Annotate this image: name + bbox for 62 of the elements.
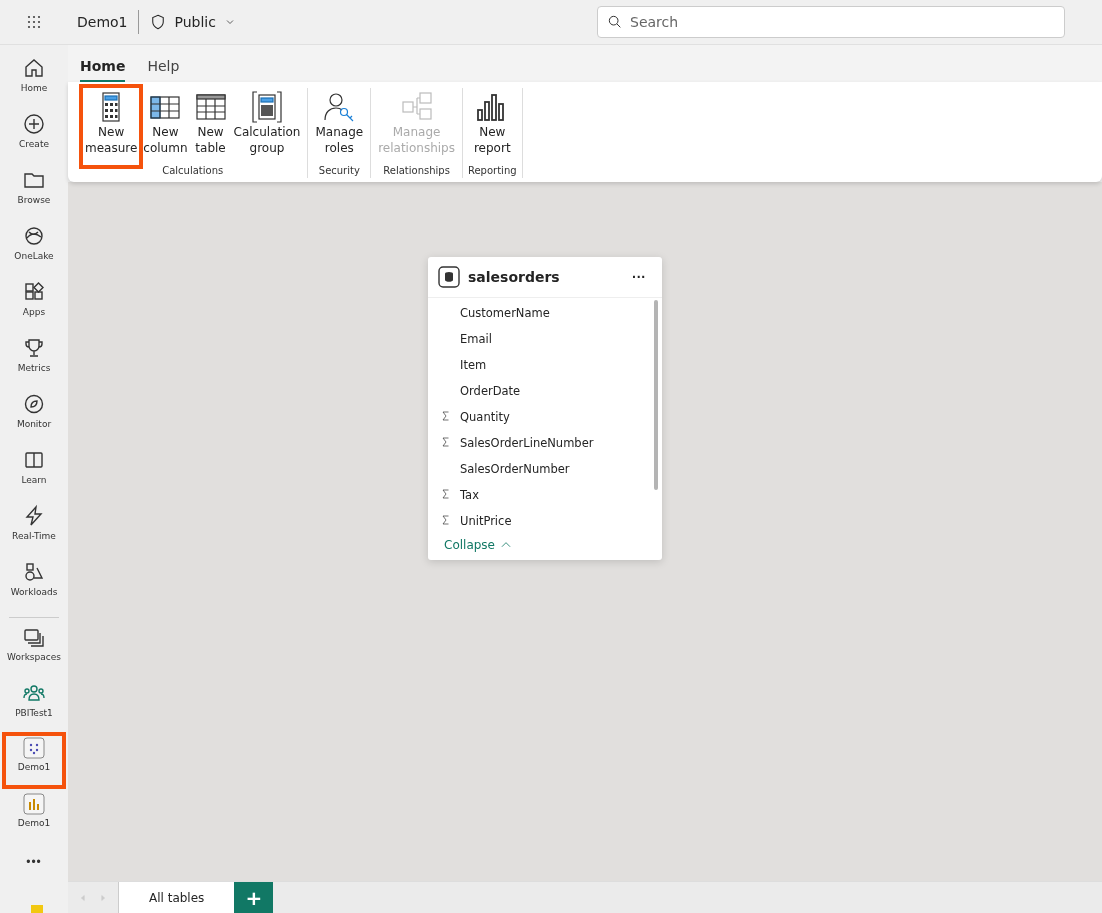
ribbon-button[interactable]: New table bbox=[191, 88, 230, 165]
sigma-icon bbox=[440, 487, 452, 500]
field-row[interactable]: CustomerName bbox=[428, 300, 662, 326]
nav-item[interactable]: Workloads bbox=[4, 557, 64, 610]
logo-icon bbox=[31, 905, 43, 913]
sensitivity-label[interactable]: Public bbox=[174, 14, 216, 30]
nav-item[interactable]: Learn bbox=[4, 445, 64, 498]
trophy-icon bbox=[22, 336, 46, 360]
more-button[interactable]: ••• bbox=[20, 854, 48, 870]
ribbon-button[interactable]: Calculation group bbox=[231, 88, 303, 165]
table-card[interactable]: salesorders ··· CustomerName Email Item OrderDate Quantity SalesOrderLineNumber SalesOrderNumber Tax UnitPrice Collapse bbox=[428, 257, 662, 560]
nav-item[interactable]: Demo1 bbox=[4, 734, 64, 787]
nav-item[interactable]: Demo1 bbox=[4, 790, 64, 843]
group-label: Relationships bbox=[383, 165, 450, 178]
group-label: Security bbox=[318, 165, 360, 178]
nav-item[interactable]: OneLake bbox=[4, 221, 64, 274]
compass-icon bbox=[22, 392, 46, 416]
next-icon bbox=[98, 892, 108, 903]
field-row[interactable]: OrderDate bbox=[428, 378, 662, 404]
sigma-icon bbox=[440, 435, 452, 448]
nav-item[interactable]: Metrics bbox=[4, 333, 64, 386]
nav-item[interactable]: PBITest1 bbox=[4, 678, 64, 731]
nav-item[interactable]: Workspaces bbox=[4, 622, 64, 675]
ribbon-button[interactable]: New report bbox=[471, 88, 513, 165]
nav-item[interactable]: Create bbox=[4, 109, 64, 162]
plus-circle-icon bbox=[22, 112, 46, 136]
more-options-button[interactable]: ··· bbox=[626, 268, 652, 286]
table-title: salesorders bbox=[468, 269, 561, 285]
shapes-icon bbox=[22, 560, 46, 584]
add-tab-button[interactable]: + bbox=[234, 882, 274, 913]
nav-item[interactable]: Real-Time bbox=[4, 501, 64, 554]
database-icon bbox=[438, 266, 460, 288]
field-row[interactable]: Item bbox=[428, 352, 662, 378]
nav-item[interactable]: Home bbox=[4, 53, 64, 106]
lake-icon bbox=[22, 224, 46, 248]
field-row[interactable]: SalesOrderLineNumber bbox=[428, 430, 662, 456]
group-label: Calculations bbox=[162, 165, 224, 178]
calculator-group-icon bbox=[250, 90, 284, 124]
sigma-icon bbox=[440, 409, 452, 422]
field-row[interactable]: Tax bbox=[428, 482, 662, 508]
workspace-name[interactable]: Demo1 bbox=[77, 10, 139, 34]
model-dots-icon bbox=[23, 737, 45, 759]
sigma-icon bbox=[440, 513, 452, 526]
nav-item[interactable]: Monitor bbox=[4, 389, 64, 442]
nav-item[interactable]: Browse bbox=[4, 165, 64, 218]
field-row[interactable]: UnitPrice bbox=[428, 508, 662, 534]
bar-chart-icon bbox=[23, 793, 45, 815]
previous-icon bbox=[78, 892, 88, 903]
field-row[interactable]: Quantity bbox=[428, 404, 662, 430]
search-field[interactable]: Search bbox=[597, 6, 1065, 38]
ribbon-button[interactable]: New column bbox=[141, 88, 190, 165]
field-row[interactable]: SalesOrderNumber bbox=[428, 456, 662, 482]
home-icon bbox=[22, 56, 46, 80]
sheet-tab[interactable]: All tables bbox=[119, 882, 235, 913]
collapse-link[interactable]: Collapse bbox=[428, 534, 529, 560]
group-label: Reporting bbox=[467, 165, 517, 178]
search-icon bbox=[607, 14, 623, 30]
nav-item[interactable]: Apps bbox=[4, 277, 64, 330]
field-row[interactable]: Email bbox=[428, 326, 662, 352]
ribbon-button[interactable]: Manage roles bbox=[313, 88, 366, 165]
ribbon-button[interactable]: New measure bbox=[83, 88, 140, 165]
ribbon-tab[interactable]: Help bbox=[147, 58, 180, 82]
